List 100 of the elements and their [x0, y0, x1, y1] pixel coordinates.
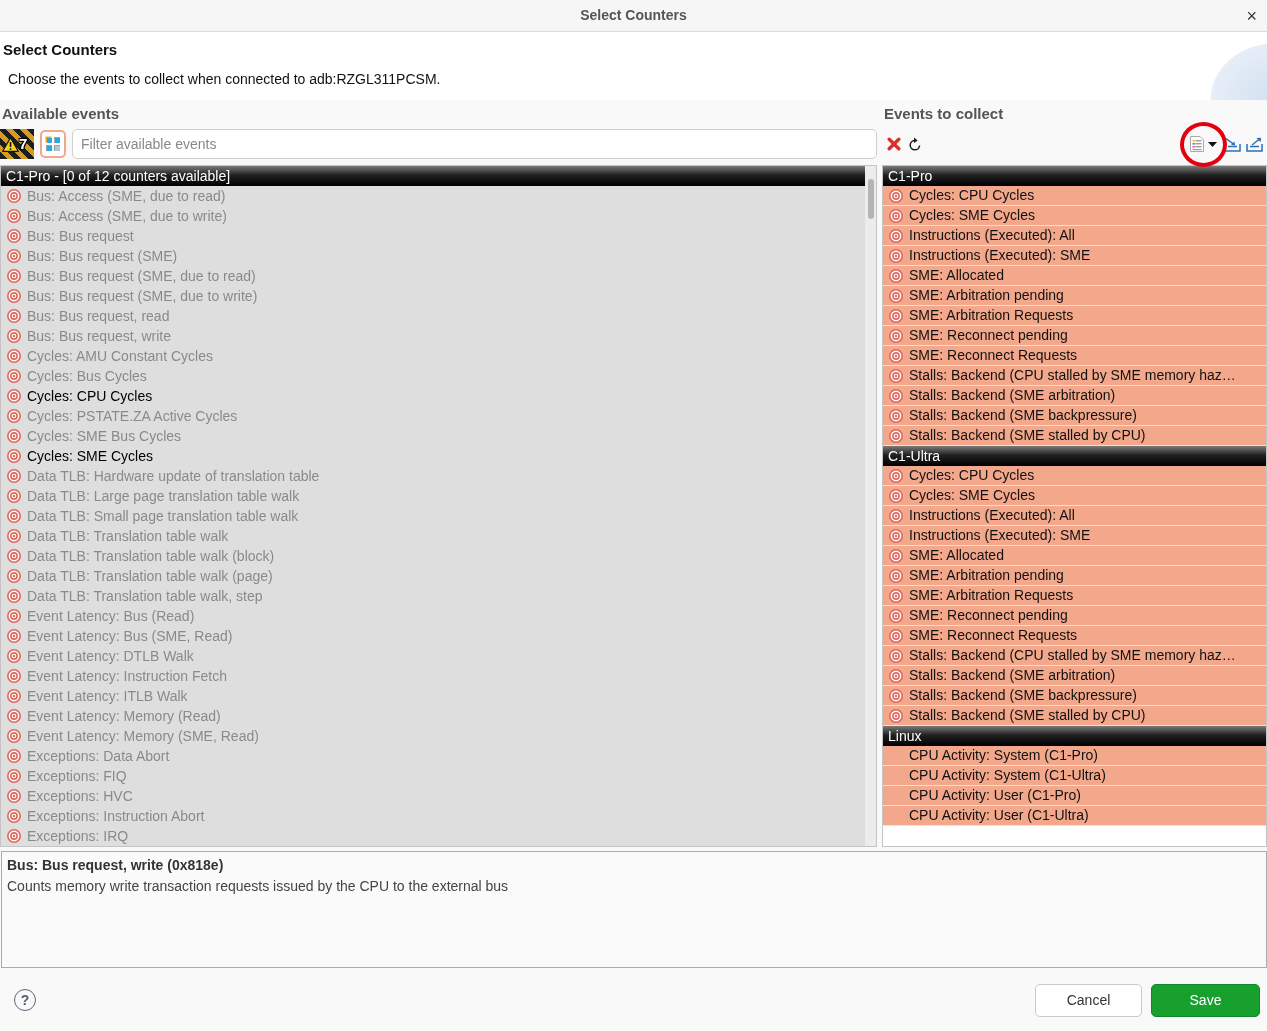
event-list-item[interactable]: Cycles: SME Cycles — [1, 446, 865, 466]
target-icon — [7, 389, 21, 403]
target-icon — [7, 789, 21, 803]
filter-field[interactable]: Filter available events — [72, 129, 877, 159]
document-menu-button[interactable] — [1190, 136, 1217, 152]
selected-event-item[interactable]: CPU Activity: System (C1-Pro) — [883, 746, 1266, 766]
scrollbar-thumb[interactable] — [867, 179, 874, 219]
group-header: C1-Pro — [883, 166, 1266, 186]
selected-event-item[interactable]: SME: Reconnect pending — [883, 326, 1266, 346]
target-icon — [7, 349, 21, 363]
close-button[interactable]: × — [1242, 6, 1261, 25]
target-icon — [7, 429, 21, 443]
selected-event-item[interactable]: SME: Allocated — [883, 266, 1266, 286]
caret-icon — [1208, 141, 1217, 147]
target-icon — [889, 548, 903, 563]
group-header: Linux — [883, 726, 1266, 746]
target-icon — [889, 508, 903, 523]
target-icon — [889, 228, 903, 243]
target-icon — [7, 329, 21, 343]
event-list-item[interactable]: Cycles: CPU Cycles — [1, 386, 865, 406]
target-icon — [889, 328, 903, 343]
target-icon — [889, 528, 903, 543]
export-icon — [1246, 136, 1263, 152]
target-icon — [7, 569, 21, 583]
target-icon — [889, 268, 903, 283]
selected-event-item[interactable]: Stalls: Backend (SME stalled by CPU) — [883, 426, 1266, 446]
target-icon — [889, 648, 903, 663]
target-icon — [889, 708, 903, 723]
target-icon — [7, 269, 21, 283]
target-icon — [889, 248, 903, 263]
target-icon — [7, 589, 21, 603]
target-icon — [7, 249, 21, 263]
target-icon — [7, 729, 21, 743]
selected-event-item[interactable]: SME: Arbitration Requests — [883, 586, 1266, 606]
target-icon — [889, 188, 903, 203]
target-icon — [889, 608, 903, 623]
selected-event-item[interactable]: Cycles: SME Cycles — [883, 486, 1266, 506]
selected-event-item[interactable]: CPU Activity: User (C1-Ultra) — [883, 806, 1266, 826]
selected-event-item[interactable]: Instructions (Executed): All — [883, 506, 1266, 526]
target-icon — [7, 189, 21, 203]
target-icon — [889, 688, 903, 703]
target-icon — [7, 829, 21, 843]
target-icon — [889, 428, 903, 443]
target-icon — [7, 469, 21, 483]
target-icon — [7, 769, 21, 783]
target-icon — [7, 709, 21, 723]
selected-event-item[interactable]: Stalls: Backend (SME arbitration) — [883, 386, 1266, 406]
selected-event-item[interactable]: SME: Allocated — [883, 546, 1266, 566]
target-icon — [889, 308, 903, 323]
target-icon — [889, 628, 903, 643]
export-button[interactable] — [1246, 136, 1263, 152]
selected-event-item[interactable]: Stalls: Backend (CPU stalled by SME memory haz… — [883, 366, 1266, 386]
cancel-button[interactable]: Cancel — [1035, 983, 1142, 1017]
document-icon — [1190, 136, 1204, 152]
target-icon — [7, 629, 21, 643]
scrollbar[interactable] — [865, 166, 876, 846]
target-icon — [889, 488, 903, 503]
selected-event-item[interactable]: SME: Reconnect pending — [883, 606, 1266, 626]
target-icon — [7, 609, 21, 623]
selected-event-item[interactable]: SME: Arbitration pending — [883, 566, 1266, 586]
selected-event-item[interactable]: Stalls: Backend (SME arbitration) — [883, 666, 1266, 686]
delete-button[interactable] — [887, 137, 901, 151]
dialog-title: Select Counters — [2, 41, 118, 58]
selected-event-item[interactable]: Cycles: CPU Cycles — [883, 186, 1266, 206]
selected-event-item[interactable]: Instructions (Executed): SME — [883, 246, 1266, 266]
target-icon — [7, 689, 21, 703]
dialog-description: Choose the events to collect when connected to adb:RZGL311PCSM. — [8, 71, 441, 87]
target-icon — [889, 288, 903, 303]
event-title: Bus: Bus request, write (0x818e) — [7, 857, 224, 873]
selected-event-item[interactable]: Stalls: Backend (SME backpressure) — [883, 686, 1266, 706]
selected-event-item[interactable]: SME: Arbitration Requests — [883, 306, 1266, 326]
selected-event-item[interactable]: Cycles: SME Cycles — [883, 206, 1266, 226]
selected-event-item[interactable]: Instructions (Executed): SME — [883, 526, 1266, 546]
target-icon — [7, 449, 21, 463]
selected-event-item[interactable]: Stalls: Backend (SME stalled by CPU) — [883, 706, 1266, 726]
window-title: Select Counters — [580, 6, 687, 25]
selected-event-item[interactable]: SME: Reconnect Requests — [883, 346, 1266, 366]
target-icon — [7, 509, 21, 523]
group-header: C1-Pro - [0 of 12 counters available] — [1, 166, 865, 186]
import-button[interactable] — [1224, 136, 1241, 152]
selected-event-item[interactable]: CPU Activity: System (C1-Ultra) — [883, 766, 1266, 786]
selected-event-item[interactable]: SME: Arbitration pending — [883, 286, 1266, 306]
import-icon — [1224, 136, 1241, 152]
event-description: Counts memory write transaction requests issued by the CPU to the external bus — [7, 878, 509, 894]
target-icon — [7, 529, 21, 543]
selected-event-item[interactable]: CPU Activity: User (C1-Pro) — [883, 786, 1266, 806]
refresh-icon — [908, 136, 922, 152]
selected-event-item[interactable]: Stalls: Backend (SME backpressure) — [883, 406, 1266, 426]
selected-event-item[interactable]: Instructions (Executed): All — [883, 226, 1266, 246]
target-icon — [7, 209, 21, 223]
delete-icon — [887, 137, 901, 151]
refresh-button[interactable] — [908, 136, 922, 152]
selected-event-item[interactable]: SME: Reconnect Requests — [883, 626, 1266, 646]
layout-toggle-button[interactable] — [40, 130, 66, 158]
target-icon — [889, 348, 903, 363]
group-header: C1-Ultra — [883, 446, 1266, 466]
selected-event-item[interactable]: Stalls: Backend (CPU stalled by SME memory haz… — [883, 646, 1266, 666]
target-icon — [7, 289, 21, 303]
target-icon — [889, 408, 903, 423]
selected-event-item[interactable]: Cycles: CPU Cycles — [883, 466, 1266, 486]
